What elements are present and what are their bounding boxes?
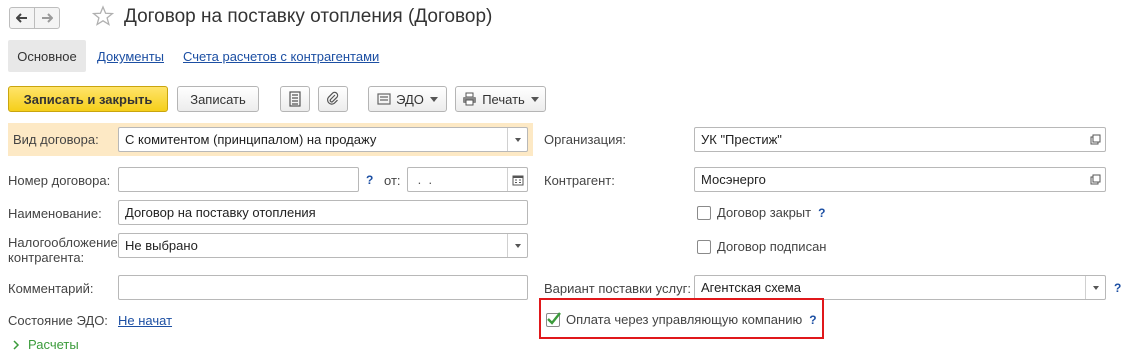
date-label: от:: [384, 173, 401, 188]
contract-number-input[interactable]: [118, 167, 359, 192]
save-button[interactable]: Записать: [177, 86, 259, 112]
organization-input[interactable]: УК "Престиж": [694, 127, 1106, 152]
tab-main[interactable]: Основное: [8, 40, 86, 72]
contract-closed-help-icon[interactable]: ?: [818, 206, 825, 220]
date-value: . .: [414, 172, 436, 187]
organization-value: УК "Престиж": [701, 132, 782, 147]
save-and-close-button[interactable]: Записать и закрыть: [8, 86, 168, 112]
arrow-right-icon: [42, 13, 53, 23]
taxation-label: Налогообложение контрагента:: [8, 235, 118, 265]
chevron-down-icon: [530, 96, 539, 102]
checkbox-box[interactable]: [697, 239, 711, 254]
document-list-icon: [289, 91, 301, 107]
comment-label: Комментарий:: [8, 281, 94, 296]
chevron-right-icon: [13, 339, 20, 350]
tab-accounts[interactable]: Счета расчетов с контрагентами: [183, 49, 379, 64]
save-and-close-label: Записать и закрыть: [23, 91, 153, 107]
date-input[interactable]: . .: [407, 167, 528, 192]
printer-icon: [463, 92, 477, 106]
contract-signed-checkbox[interactable]: Договор подписан: [697, 239, 826, 254]
chevron-down-icon[interactable]: [1085, 276, 1105, 299]
edo-label: ЭДО: [396, 91, 424, 107]
payment-via-mc-checkbox[interactable]: Оплата через управляющую компанию ?: [546, 311, 817, 327]
organization-label: Организация:: [544, 132, 627, 147]
counterparty-value: Мосэнерго: [701, 172, 766, 187]
settlements-label: Расчеты: [28, 337, 79, 352]
edo-icon: [377, 93, 391, 105]
open-icon[interactable]: [1085, 128, 1105, 151]
payment-via-mc-label: Оплата через управляющую компанию: [566, 312, 803, 327]
name-value: Договор на поставку отопления: [125, 205, 316, 220]
checkbox-box[interactable]: [546, 311, 561, 327]
star-icon: [91, 5, 115, 26]
service-variant-value: Агентская схема: [701, 280, 801, 295]
calendar-icon[interactable]: [507, 168, 527, 191]
print-label: Печать: [482, 91, 525, 107]
forward-button[interactable]: [34, 7, 60, 29]
open-icon[interactable]: [1085, 168, 1105, 191]
checkbox-box[interactable]: [697, 205, 711, 220]
edo-button[interactable]: ЭДО: [368, 86, 447, 112]
edo-state-link[interactable]: Не начат: [118, 313, 172, 328]
service-variant-select[interactable]: Агентская схема: [694, 275, 1106, 300]
taxation-value: Не выбрано: [125, 238, 198, 253]
structure-button[interactable]: [280, 86, 310, 112]
taxation-select[interactable]: Не выбрано: [118, 233, 528, 258]
counterparty-label: Контрагент:: [544, 173, 615, 188]
favorite-button[interactable]: [91, 5, 115, 27]
tab-main-label: Основное: [17, 48, 77, 64]
chevron-down-icon: [429, 96, 438, 102]
chevron-down-icon[interactable]: [507, 128, 527, 151]
settlements-section[interactable]: Расчеты: [12, 337, 79, 352]
contract-type-label: Вид договора:: [13, 132, 99, 147]
contract-number-label: Номер договора:: [8, 173, 111, 188]
contract-signed-label: Договор подписан: [717, 239, 827, 254]
chevron-down-icon[interactable]: [507, 234, 527, 257]
comment-input[interactable]: [118, 275, 528, 300]
contract-type-select[interactable]: С комитентом (принципалом) на продажу: [118, 127, 528, 152]
page-title: Договор на поставку отопления (Договор): [124, 6, 493, 27]
name-input[interactable]: Договор на поставку отопления: [118, 200, 528, 225]
print-button[interactable]: Печать: [455, 86, 546, 112]
contract-type-value: С комитентом (принципалом) на продажу: [125, 132, 377, 147]
attach-button[interactable]: [318, 86, 348, 112]
save-label: Записать: [190, 91, 246, 107]
contract-number-help-icon[interactable]: ?: [366, 173, 373, 187]
arrow-left-icon: [16, 13, 27, 23]
contract-closed-checkbox[interactable]: Договор закрыт ?: [697, 205, 825, 220]
name-label: Наименование:: [8, 206, 102, 221]
payment-via-mc-help-icon[interactable]: ?: [809, 313, 816, 327]
edo-state-label: Состояние ЭДО:: [8, 313, 108, 328]
back-button[interactable]: [9, 7, 35, 29]
counterparty-input[interactable]: Мосэнерго: [694, 167, 1106, 192]
service-variant-help-icon[interactable]: ?: [1114, 281, 1121, 295]
tab-documents[interactable]: Документы: [97, 49, 164, 64]
contract-closed-label: Договор закрыт: [717, 205, 812, 220]
paperclip-icon: [327, 91, 339, 105]
service-variant-label: Вариант поставки услуг:: [544, 281, 691, 296]
check-icon: [547, 311, 561, 325]
